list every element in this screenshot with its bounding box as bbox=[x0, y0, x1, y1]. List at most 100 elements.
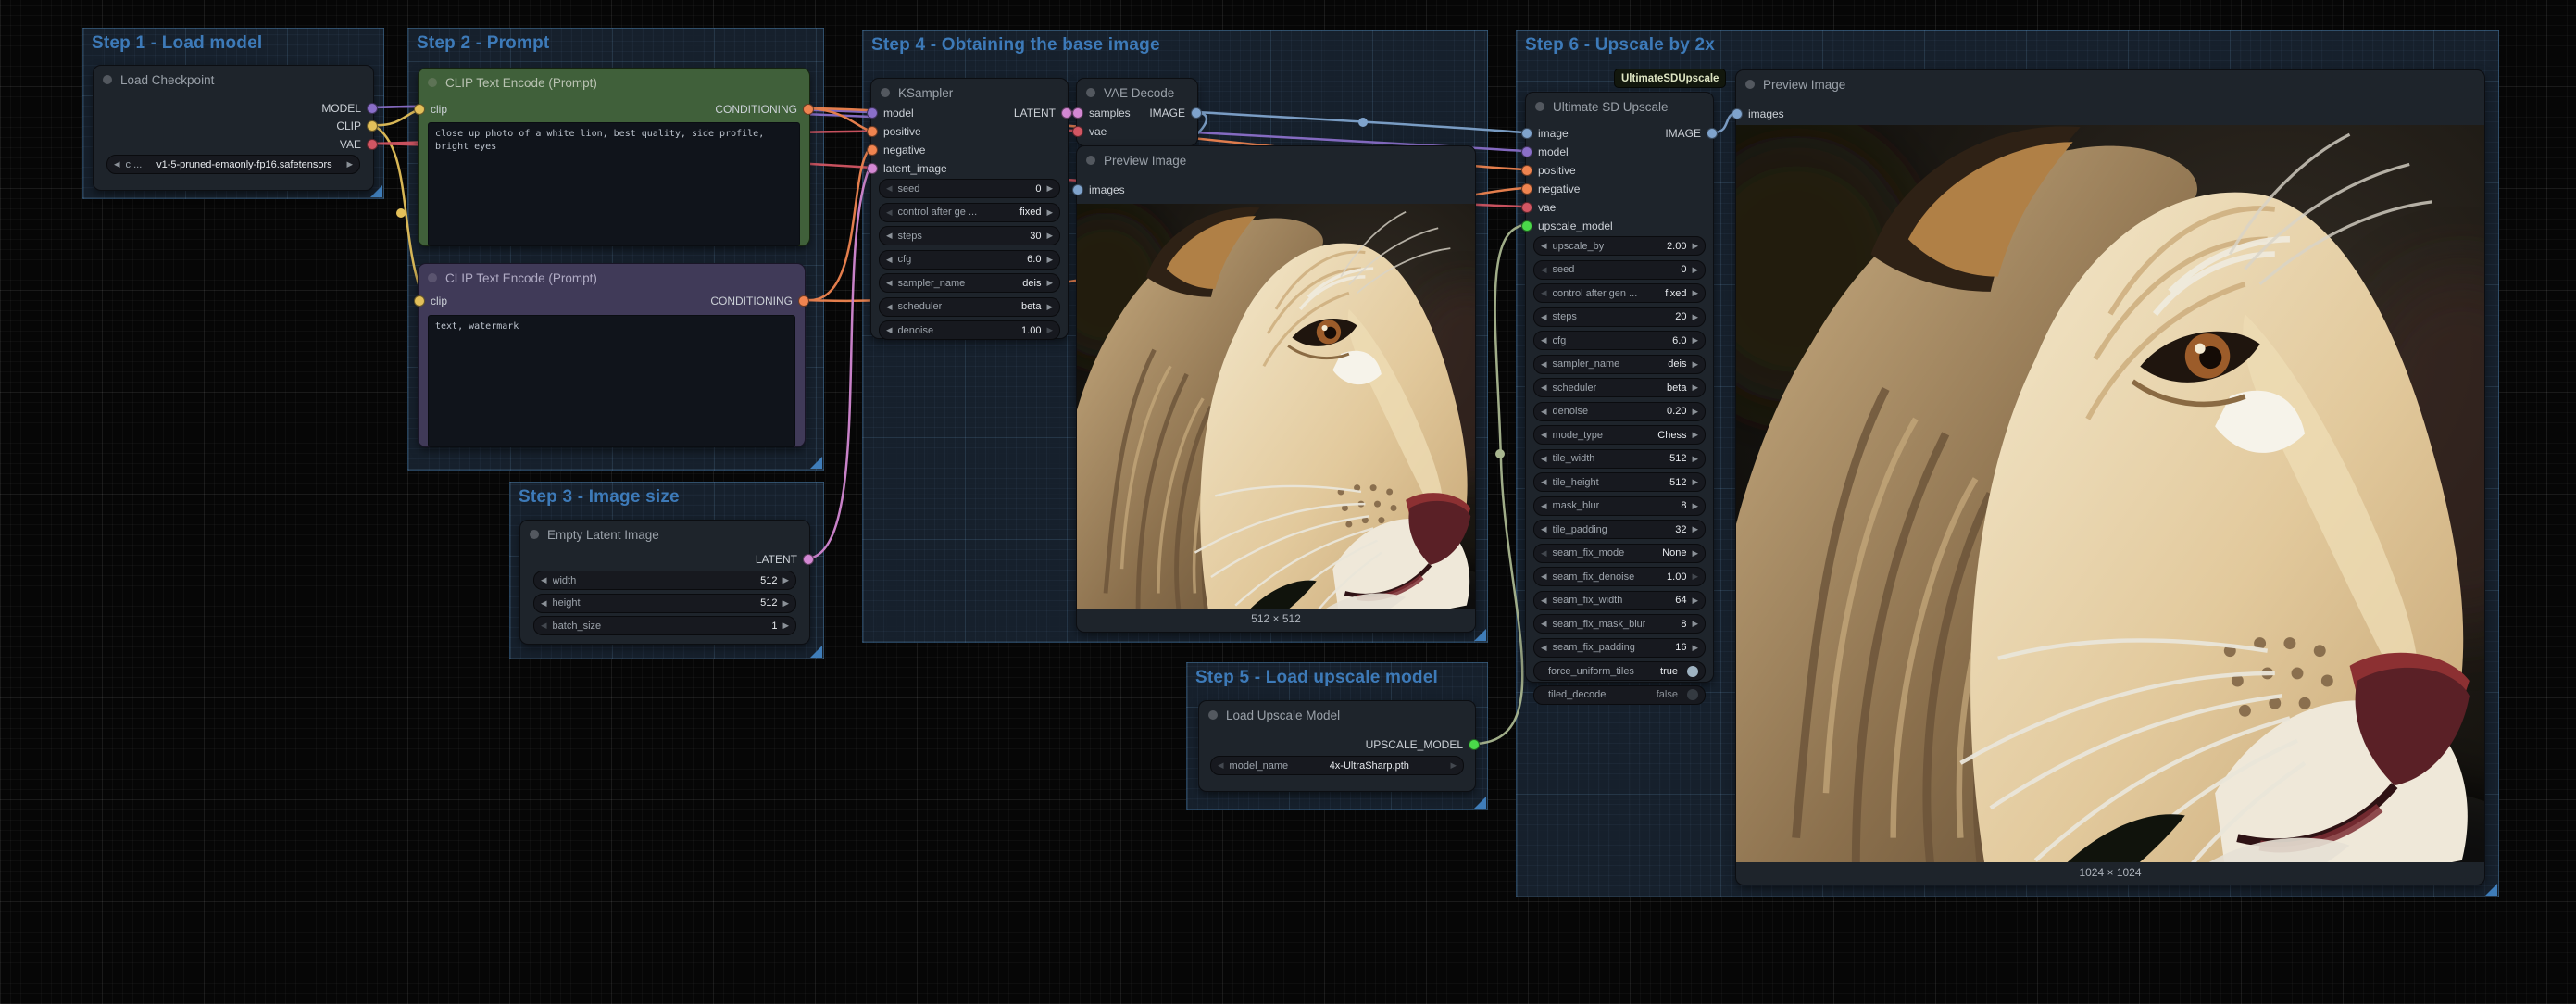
step-right-icon[interactable]: ▶ bbox=[1692, 502, 1698, 510]
input-model[interactable]: model bbox=[867, 105, 914, 120]
widget-sampler-name[interactable]: ◀ sampler_name deis ▶ bbox=[879, 273, 1060, 293]
step-right-icon[interactable]: ▶ bbox=[1692, 549, 1698, 558]
group-title[interactable]: Step 4 - Obtaining the base image bbox=[863, 31, 1487, 56]
port-dot-upscale-model[interactable] bbox=[1521, 220, 1532, 232]
port-dot-conditioning[interactable] bbox=[1521, 183, 1532, 195]
widget-seed[interactable]: ◀ seed 0 ▶ bbox=[1533, 260, 1706, 280]
collapse-dot-icon[interactable] bbox=[881, 88, 890, 97]
step-right-icon[interactable]: ▶ bbox=[1046, 184, 1053, 193]
group-title[interactable]: Step 1 - Load model bbox=[83, 29, 383, 54]
step-right-icon[interactable]: ▶ bbox=[782, 576, 789, 584]
step-left-icon[interactable]: ◀ bbox=[1541, 408, 1547, 416]
step-left-icon[interactable]: ◀ bbox=[886, 326, 893, 334]
output-upscale-model[interactable]: UPSCALE_MODEL bbox=[1366, 736, 1480, 752]
widget-tile-width[interactable]: ◀ tile_width 512 ▶ bbox=[1533, 449, 1706, 469]
node-load-upscale-model[interactable]: Load Upscale Model UPSCALE_MODEL ◀ model… bbox=[1199, 701, 1475, 791]
widget-mask-blur[interactable]: ◀ mask_blur 8 ▶ bbox=[1533, 496, 1706, 516]
step-right-icon[interactable]: ▶ bbox=[1046, 208, 1053, 217]
port-dot-image[interactable] bbox=[1707, 128, 1718, 139]
widget-upscale-by[interactable]: ◀ upscale_by 2.00 ▶ bbox=[1533, 236, 1706, 256]
input-vae[interactable]: vae bbox=[1521, 199, 1556, 215]
step-left-icon[interactable]: ◀ bbox=[886, 279, 893, 287]
step-left-icon[interactable]: ◀ bbox=[886, 184, 893, 193]
widget-seam-fix-denoise[interactable]: ◀ seam_fix_denoise 1.00 ▶ bbox=[1533, 567, 1706, 586]
widget-seam-fix-width[interactable]: ◀ seam_fix_width 64 ▶ bbox=[1533, 591, 1706, 610]
output-latent[interactable]: LATENT bbox=[756, 551, 814, 567]
step-left-icon[interactable]: ◀ bbox=[1541, 313, 1547, 321]
port-dot-vae[interactable] bbox=[1072, 126, 1083, 137]
port-dot-latent[interactable] bbox=[803, 554, 814, 565]
step-right-icon[interactable]: ▶ bbox=[1692, 478, 1698, 486]
output-image[interactable]: IMAGE bbox=[1149, 105, 1202, 120]
step-right-icon[interactable]: ▶ bbox=[782, 621, 789, 630]
step-left-icon[interactable]: ◀ bbox=[1541, 455, 1547, 463]
node-ultimate-sd-upscale[interactable]: Ultimate SD Upscale image model positive… bbox=[1526, 93, 1713, 682]
step-right-icon[interactable]: ▶ bbox=[1692, 266, 1698, 274]
step-right-icon[interactable]: ▶ bbox=[1692, 383, 1698, 392]
toggle-on-icon[interactable] bbox=[1687, 666, 1698, 677]
output-image[interactable]: IMAGE bbox=[1665, 125, 1718, 141]
input-negative[interactable]: negative bbox=[1521, 181, 1580, 196]
widget-steps[interactable]: ◀ steps 20 ▶ bbox=[1533, 307, 1706, 327]
group-title[interactable]: Step 5 - Load upscale model bbox=[1187, 663, 1487, 688]
step-right-icon[interactable]: ▶ bbox=[1692, 242, 1698, 250]
widget-height[interactable]: ◀ height 512 ▶ bbox=[533, 594, 796, 613]
input-clip[interactable]: clip bbox=[414, 293, 447, 308]
step-left-icon[interactable]: ◀ bbox=[1541, 525, 1547, 533]
input-positive[interactable]: positive bbox=[867, 123, 921, 139]
output-model[interactable]: MODEL bbox=[321, 100, 378, 116]
port-dot-vae[interactable] bbox=[1521, 202, 1532, 213]
step-right-icon[interactable]: ▶ bbox=[1450, 761, 1457, 770]
input-negative[interactable]: negative bbox=[867, 142, 925, 157]
widget-scheduler[interactable]: ◀ scheduler beta ▶ bbox=[879, 297, 1060, 317]
input-samples[interactable]: samples bbox=[1072, 105, 1131, 120]
port-dot-image[interactable] bbox=[1072, 184, 1083, 195]
widget-seam-fix-padding[interactable]: ◀ seam_fix_padding 16 ▶ bbox=[1533, 638, 1706, 658]
step-right-icon[interactable]: ▶ bbox=[1692, 455, 1698, 463]
step-right-icon[interactable]: ▶ bbox=[1692, 620, 1698, 628]
input-upscale-model[interactable]: upscale_model bbox=[1521, 218, 1613, 233]
step-left-icon[interactable]: ◀ bbox=[1541, 502, 1547, 510]
port-dot-clip[interactable] bbox=[414, 295, 425, 307]
step-left-icon[interactable]: ◀ bbox=[1541, 383, 1547, 392]
toggle-off-icon[interactable] bbox=[1687, 689, 1698, 700]
collapse-dot-icon[interactable] bbox=[1086, 88, 1095, 97]
step-right-icon[interactable]: ▶ bbox=[1692, 336, 1698, 345]
output-clip[interactable]: CLIP bbox=[336, 118, 378, 133]
step-right-icon[interactable]: ▶ bbox=[1692, 431, 1698, 439]
step-right-icon[interactable]: ▶ bbox=[1692, 644, 1698, 652]
node-empty-latent-image[interactable]: Empty Latent Image LATENT ◀ width 512 ▶ … bbox=[520, 521, 809, 644]
step-left-icon[interactable]: ◀ bbox=[114, 160, 120, 169]
output-vae[interactable]: VAE bbox=[340, 136, 378, 152]
output-conditioning[interactable]: CONDITIONING bbox=[710, 293, 809, 308]
step-right-icon[interactable]: ▶ bbox=[1692, 360, 1698, 369]
widget-force-uniform-tiles[interactable]: force_uniform_tiles true bbox=[1533, 661, 1706, 681]
input-image[interactable]: image bbox=[1521, 125, 1569, 141]
collapse-dot-icon[interactable] bbox=[530, 530, 539, 539]
port-dot-conditioning[interactable] bbox=[1521, 165, 1532, 176]
prompt-textarea[interactable]: text, watermark bbox=[428, 315, 795, 447]
step-right-icon[interactable]: ▶ bbox=[1046, 279, 1053, 287]
widget-width[interactable]: ◀ width 512 ▶ bbox=[533, 571, 796, 590]
output-conditioning[interactable]: CONDITIONING bbox=[715, 101, 814, 117]
widget-scheduler[interactable]: ◀ scheduler beta ▶ bbox=[1533, 378, 1706, 397]
group-title[interactable]: Step 2 - Prompt bbox=[408, 29, 823, 54]
widget-cfg[interactable]: ◀ cfg 6.0 ▶ bbox=[1533, 331, 1706, 350]
widget-tiled-decode[interactable]: tiled_decode false bbox=[1533, 685, 1706, 705]
node-vae-decode[interactable]: VAE Decode samples vae IMAGE bbox=[1077, 79, 1197, 145]
input-model[interactable]: model bbox=[1521, 144, 1569, 159]
step-left-icon[interactable]: ◀ bbox=[1541, 336, 1547, 345]
port-dot-image[interactable] bbox=[1732, 108, 1743, 119]
input-clip[interactable]: clip bbox=[414, 101, 447, 117]
step-left-icon[interactable]: ◀ bbox=[1541, 644, 1547, 652]
widget-tile-padding[interactable]: ◀ tile_padding 32 ▶ bbox=[1533, 520, 1706, 539]
comfyui-canvas[interactable]: { "app": {"name": "ComfyUI workflow canv… bbox=[0, 0, 2576, 1004]
port-dot-latent[interactable] bbox=[1061, 107, 1072, 119]
step-right-icon[interactable]: ▶ bbox=[1692, 572, 1698, 581]
step-left-icon[interactable]: ◀ bbox=[1541, 549, 1547, 558]
step-right-icon[interactable]: ▶ bbox=[1692, 408, 1698, 416]
widget-denoise[interactable]: ◀ denoise 1.00 ▶ bbox=[879, 320, 1060, 340]
widget-tile-height[interactable]: ◀ tile_height 512 ▶ bbox=[1533, 472, 1706, 492]
step-right-icon[interactable]: ▶ bbox=[346, 160, 353, 169]
widget-seed[interactable]: ◀ seed 0 ▶ bbox=[879, 179, 1060, 198]
